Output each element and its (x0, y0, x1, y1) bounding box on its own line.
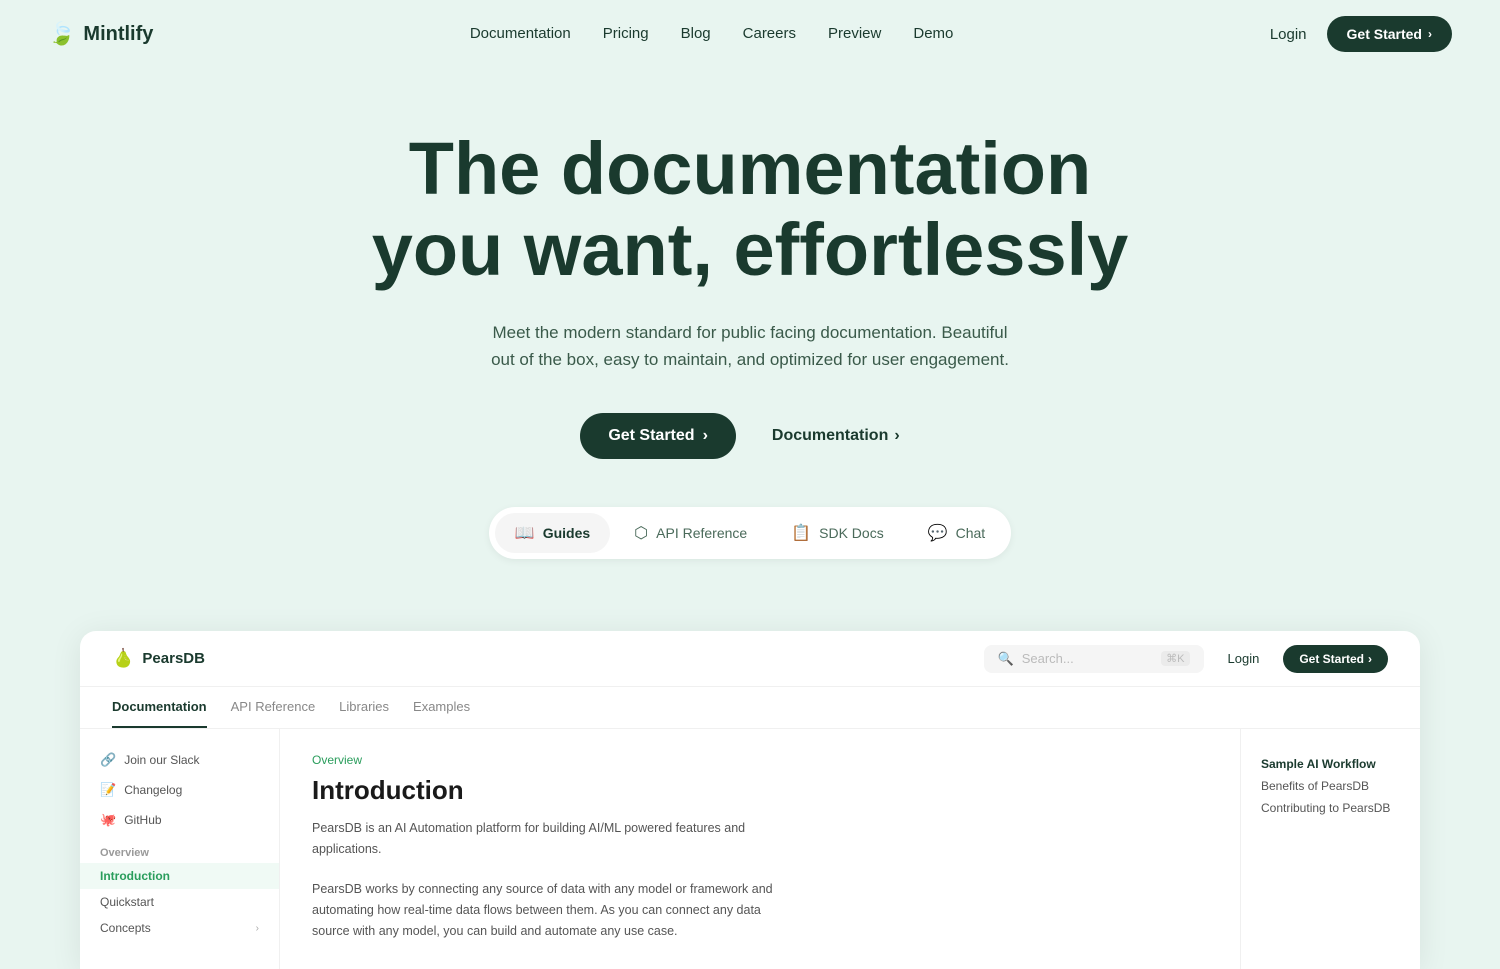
chat-icon: 💬 (928, 523, 948, 543)
preview-search-box[interactable]: 🔍 Search... ⌘K (984, 645, 1204, 673)
hero-subtitle: Meet the modern standard for public faci… (490, 319, 1010, 373)
nav-logo[interactable]: 🍃 Mintlify (48, 21, 153, 47)
nav-link-careers[interactable]: Careers (743, 25, 796, 42)
guides-icon: 📖 (515, 523, 535, 543)
hero-buttons: Get Started › Documentation › (48, 413, 1452, 459)
preview-search-placeholder: Search... (1022, 651, 1153, 666)
nav-links: Documentation Pricing Blog Careers Previ… (470, 25, 954, 43)
preview-tab-api-reference[interactable]: API Reference (231, 687, 316, 728)
preview-sidebar-changelog[interactable]: 📝 Changelog (80, 775, 279, 805)
preview-sidebar-slack[interactable]: 🔗 Join our Slack (80, 745, 279, 775)
preview-sidebar-link-introduction[interactable]: Introduction (80, 863, 279, 889)
preview-tab-documentation[interactable]: Documentation (112, 687, 207, 728)
nav-link-blog[interactable]: Blog (681, 25, 711, 42)
preview-tab-examples[interactable]: Examples (413, 687, 470, 728)
nav-link-pricing[interactable]: Pricing (603, 25, 649, 42)
nav-login-button[interactable]: Login (1270, 26, 1307, 43)
nav-link-demo[interactable]: Demo (913, 25, 953, 42)
nav-link-preview[interactable]: Preview (828, 25, 881, 42)
api-reference-icon: ⬡ (634, 523, 648, 543)
tabs-container: 📖 Guides ⬡ API Reference 📋 SDK Docs 💬 Ch… (48, 507, 1452, 559)
preview-window: 🍐 PearsDB 🔍 Search... ⌘K Login Get Start… (80, 631, 1420, 969)
nav-link-documentation[interactable]: Documentation (470, 25, 571, 42)
logo-icon: 🍃 (48, 21, 75, 47)
concepts-expand-icon: › (256, 923, 259, 934)
preview-main-title: Introduction (312, 775, 1208, 806)
tab-guides[interactable]: 📖 Guides (495, 513, 610, 553)
nav-get-started-chevron: › (1428, 27, 1432, 41)
preview-sidebar-section-overview: Overview (80, 835, 279, 863)
sdk-docs-icon: 📋 (791, 523, 811, 543)
preview-content: 🔗 Join our Slack 📝 Changelog 🐙 GitHub Ov… (80, 729, 1420, 969)
preview-logo: 🍐 PearsDB (112, 648, 205, 669)
preview-sidebar-link-quickstart[interactable]: Quickstart (80, 889, 279, 915)
navbar: 🍃 Mintlify Documentation Pricing Blog Ca… (0, 0, 1500, 68)
preview-nav-chevron: › (1368, 652, 1372, 666)
preview-search-icon: 🔍 (998, 651, 1014, 667)
tab-api-reference[interactable]: ⬡ API Reference (614, 513, 767, 553)
github-icon: 🐙 (100, 812, 116, 828)
preview-search-shortcut: ⌘K (1161, 651, 1189, 666)
hero-doc-chevron: › (894, 427, 899, 445)
preview-right-item-contributing[interactable]: Contributing to PearsDB (1261, 797, 1400, 819)
preview-nav-login[interactable]: Login (1228, 651, 1260, 666)
preview-sidebar-link-concepts[interactable]: Concepts › (80, 915, 279, 941)
changelog-icon: 📝 (100, 782, 116, 798)
hero-section: The documentation you want, effortlessly… (0, 68, 1500, 631)
preview-navbar: 🍐 PearsDB 🔍 Search... ⌘K Login Get Start… (80, 631, 1420, 687)
hero-documentation-button[interactable]: Documentation › (752, 413, 920, 459)
preview-main-body-1: PearsDB is an AI Automation platform for… (312, 818, 792, 861)
hero-get-started-button[interactable]: Get Started › (580, 413, 736, 459)
preview-main-content: Overview Introduction PearsDB is an AI A… (280, 729, 1240, 969)
preview-sidebar-github[interactable]: 🐙 GitHub (80, 805, 279, 835)
logo-text: Mintlify (83, 23, 153, 46)
preview-right-item-benefits[interactable]: Benefits of PearsDB (1261, 775, 1400, 797)
preview-tab-libraries[interactable]: Libraries (339, 687, 389, 728)
preview-tabs: Documentation API Reference Libraries Ex… (80, 687, 1420, 729)
preview-main-body-2: PearsDB works by connecting any source o… (312, 879, 792, 943)
hero-title: The documentation you want, effortlessly (300, 128, 1200, 291)
preview-nav-get-started[interactable]: Get Started › (1283, 645, 1388, 673)
tabs: 📖 Guides ⬡ API Reference 📋 SDK Docs 💬 Ch… (489, 507, 1011, 559)
preview-right-sidebar: Sample AI Workflow Benefits of PearsDB C… (1240, 729, 1420, 969)
nav-get-started-button[interactable]: Get Started › (1327, 16, 1452, 52)
tab-chat[interactable]: 💬 Chat (908, 513, 1006, 553)
preview-logo-text: PearsDB (142, 650, 205, 667)
hero-get-started-chevron: › (703, 427, 708, 445)
nav-actions: Login Get Started › (1270, 16, 1452, 52)
preview-sidebar: 🔗 Join our Slack 📝 Changelog 🐙 GitHub Ov… (80, 729, 280, 969)
preview-right-item-sample[interactable]: Sample AI Workflow (1261, 753, 1400, 775)
tab-sdk-docs[interactable]: 📋 SDK Docs (771, 513, 904, 553)
slack-icon: 🔗 (100, 752, 116, 768)
preview-overview-label: Overview (312, 753, 1208, 767)
preview-logo-icon: 🍐 (112, 648, 134, 669)
